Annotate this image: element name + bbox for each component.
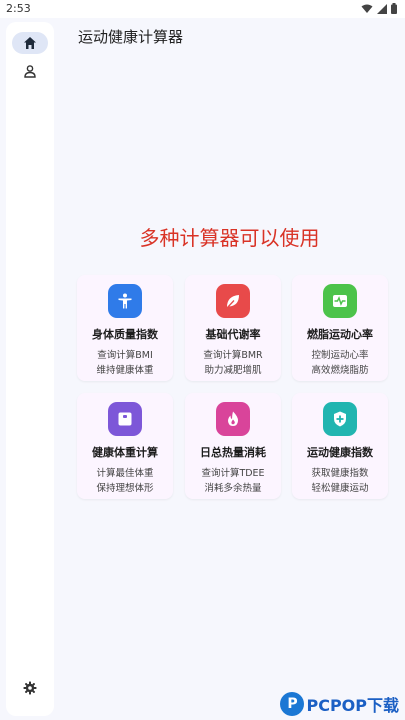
card-subtitle-2: 助力减肥增肌 <box>204 365 262 376</box>
accessibility-icon <box>108 284 142 318</box>
shield-plus-icon <box>323 402 357 436</box>
card-subtitle-1: 查询计算TDEE <box>201 468 265 479</box>
card-subtitle-1: 获取健康指数 <box>311 468 369 479</box>
leaf-icon <box>216 284 250 318</box>
watermark-text: PCPOP下载 <box>306 696 399 715</box>
wifi-icon <box>361 4 373 13</box>
card-title: 日总热量消耗 <box>200 446 266 459</box>
card-ideal-weight[interactable]: 健康体重计算 计算最佳体重 保持理想体形 <box>77 393 173 499</box>
heart-monitor-icon <box>323 284 357 318</box>
rail-item-home[interactable] <box>12 32 48 54</box>
page-title: 运动健康计算器 <box>78 28 184 46</box>
card-heart-rate[interactable]: 燃脂运动心率 控制运动心率 高效燃烧脂肪 <box>292 275 388 381</box>
hero-headline: 多种计算器可以使用 <box>139 226 320 250</box>
watermark: P PCPOP下载 <box>280 692 399 716</box>
card-bmi[interactable]: 身体质量指数 查询计算BMI 维持健康体重 <box>77 275 173 381</box>
card-tdee[interactable]: 日总热量消耗 查询计算TDEE 消耗多余热量 <box>185 393 281 499</box>
settings-button[interactable] <box>12 677 48 699</box>
status-bar: 2:53 <box>0 0 405 18</box>
card-bmr[interactable]: 基础代谢率 查询计算BMR 助力减肥增肌 <box>185 275 281 381</box>
signal-icon <box>377 3 387 14</box>
card-title: 燃脂运动心率 <box>307 328 373 341</box>
card-subtitle-2: 高效燃烧脂肪 <box>311 365 369 376</box>
navigation-rail <box>6 22 54 716</box>
card-subtitle-1: 查询计算BMR <box>203 350 263 361</box>
card-title: 运动健康指数 <box>307 446 373 459</box>
card-health-index[interactable]: 运动健康指数 获取健康指数 轻松健康运动 <box>292 393 388 499</box>
card-title: 身体质量指数 <box>92 328 158 341</box>
gear-icon <box>23 681 37 695</box>
home-icon <box>24 37 36 49</box>
card-subtitle-1: 控制运动心率 <box>311 350 369 361</box>
card-subtitle-1: 查询计算BMI <box>97 350 153 361</box>
status-time: 2:53 <box>6 2 31 15</box>
scale-icon <box>108 402 142 436</box>
card-subtitle-2: 保持理想体形 <box>96 483 154 494</box>
card-subtitle-2: 维持健康体重 <box>96 365 154 376</box>
person-icon <box>24 65 36 78</box>
rail-item-profile[interactable] <box>12 60 48 82</box>
card-subtitle-2: 消耗多余热量 <box>204 483 262 494</box>
status-icons <box>361 3 397 14</box>
card-title: 健康体重计算 <box>92 446 158 459</box>
card-subtitle-1: 计算最佳体重 <box>96 468 154 479</box>
flame-icon <box>216 402 250 436</box>
watermark-logo-icon: P <box>280 692 305 716</box>
card-subtitle-2: 轻松健康运动 <box>311 483 369 494</box>
battery-icon <box>391 3 397 14</box>
card-title: 基础代谢率 <box>205 328 261 341</box>
